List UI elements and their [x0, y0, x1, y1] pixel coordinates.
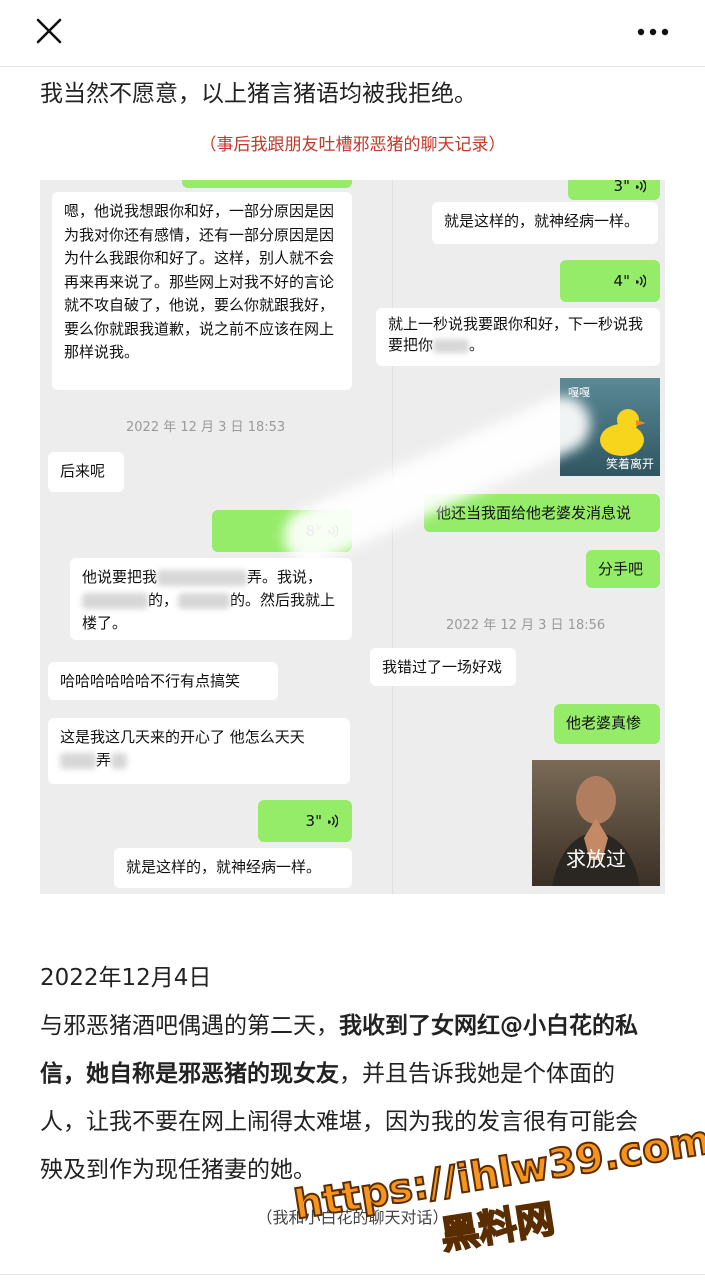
body-line-1: 与邪恶猪酒吧偶遇的第二天，我收到了女网红@小白花的私: [40, 1013, 638, 1039]
sticker-plead[interactable]: 求放过: [532, 760, 660, 886]
left-msg-5: 这是我这几天来的开心了 他怎么天天 弄: [48, 718, 350, 784]
chat-screenshot: 嗯，他说我想跟你和好，一部分原因是因为我对你还有感情，还有一部分原因是因为什么我…: [40, 180, 665, 894]
left-msg-1: 嗯，他说我想跟你和好，一部分原因是因为我对你还有感情，还有一部分原因是因为什么我…: [52, 192, 352, 390]
left-msg-3: 他说要把我 弄。我说， 的， 的。然后我就上楼了。: [70, 558, 352, 640]
blurred-text: [82, 592, 148, 609]
left-timestamp-1: 2022 年 12 月 3 日 18:53: [126, 420, 286, 435]
left-msg-4: 哈哈哈哈哈哈不行有点搞笑: [48, 662, 278, 700]
body-line-2: 信，她自称是邪恶猪的现女友，并且告诉我她是个体面的: [40, 1061, 615, 1087]
more-icon[interactable]: [631, 12, 679, 52]
left-voice-2[interactable]: 3": [258, 800, 352, 842]
voice-duration: 4": [613, 272, 630, 290]
voice-wave-icon: [328, 814, 338, 828]
article-date: 2022年12月4日: [40, 965, 212, 991]
right-msg-6: 他老婆真惨: [554, 704, 660, 744]
bottom-divider: [0, 1274, 705, 1275]
close-icon[interactable]: [28, 12, 68, 52]
left-msg-6: 就是这样的，就神经病一样。: [114, 848, 352, 888]
blurred-text: [157, 569, 248, 586]
right-msg-4: 分手吧: [586, 550, 660, 588]
right-msg-5: 我错过了一场好戏: [370, 648, 516, 686]
right-msg-2: 就上一秒说我要跟你和好，下一秒说我要把你。: [376, 308, 660, 366]
top-bar: [0, 0, 705, 67]
blurred-text: [433, 338, 470, 353]
voice-bubble-cut: [182, 180, 352, 188]
sticker-label: 求放过: [566, 847, 626, 871]
right-voice-0[interactable]: 3": [568, 180, 660, 200]
voice-wave-icon: [636, 274, 646, 288]
sticker-label-bottom: 笑着离开: [605, 457, 654, 471]
voice-duration: 3": [613, 180, 630, 195]
left-msg-2: 后来呢: [48, 452, 124, 492]
blurred-text: [60, 752, 96, 769]
right-timestamp-1: 2022 年 12 月 3 日 18:56: [446, 618, 606, 633]
voice-wave-icon: [636, 180, 646, 193]
intro-paragraph: 我当然不愿意，以上猪言猪语均被我拒绝。: [40, 81, 477, 107]
panel-divider: [392, 180, 393, 894]
right-voice-1[interactable]: 4": [560, 260, 660, 302]
voice-duration: 3": [305, 812, 322, 830]
blurred-text: [178, 592, 231, 609]
redaction-streak: [274, 387, 600, 573]
right-msg-1: 就是这样的，就神经病一样。: [432, 202, 658, 244]
blurred-text: [111, 752, 128, 769]
caption-top: （事后我跟朋友吐槽邪恶猪的聊天记录）: [199, 135, 506, 155]
